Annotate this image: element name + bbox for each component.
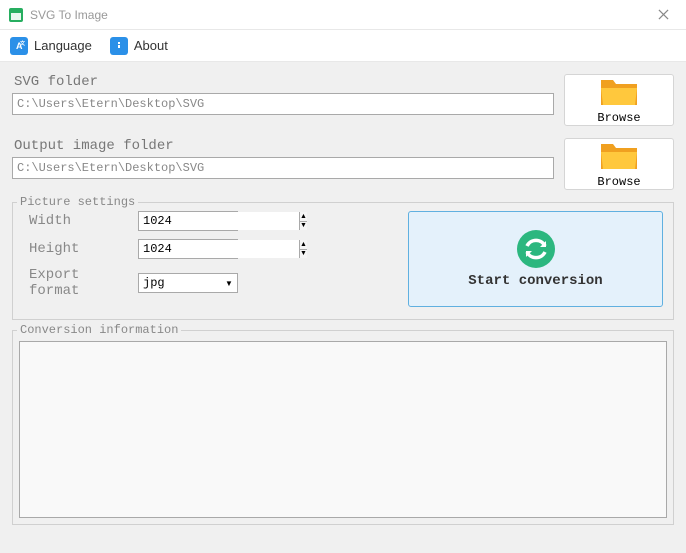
settings-fieldset: Picture settings Width ▲ ▼ Height xyxy=(12,202,674,320)
width-input[interactable]: ▲ ▼ xyxy=(138,211,238,231)
info-textarea[interactable] xyxy=(19,341,667,518)
app-icon xyxy=(8,7,24,23)
settings-legend: Picture settings xyxy=(17,195,138,209)
svg-folder-input[interactable] xyxy=(12,93,554,115)
output-folder-input[interactable] xyxy=(12,157,554,179)
language-icon: A 文 xyxy=(10,37,28,55)
menubar: A 文 Language About xyxy=(0,30,686,62)
height-field[interactable] xyxy=(139,240,299,258)
output-browse-label: Browse xyxy=(597,175,640,189)
menu-about-label: About xyxy=(134,38,168,53)
window-title: SVG To Image xyxy=(30,8,648,22)
output-browse-button[interactable]: Browse xyxy=(564,138,674,190)
width-up-icon[interactable]: ▲ xyxy=(300,212,307,222)
svg-folder-section: SVG folder Browse xyxy=(12,74,674,126)
output-folder-label: Output image folder xyxy=(12,138,554,154)
format-label: Export format xyxy=(23,267,138,299)
svg-browse-button[interactable]: Browse xyxy=(564,74,674,126)
start-conversion-button[interactable]: Start conversion xyxy=(408,211,663,307)
format-select[interactable]: jpg ▼ xyxy=(138,273,238,293)
convert-icon xyxy=(516,229,556,269)
content-area: SVG folder Browse Output image folder Br… xyxy=(0,62,686,553)
menu-language[interactable]: A 文 Language xyxy=(10,37,92,55)
menu-about[interactable]: About xyxy=(110,37,168,55)
info-fieldset: Conversion information xyxy=(12,330,674,525)
output-folder-section: Output image folder Browse xyxy=(12,138,674,190)
svg-text:文: 文 xyxy=(20,40,26,47)
format-value: jpg xyxy=(139,274,221,292)
height-input[interactable]: ▲ ▼ xyxy=(138,239,238,259)
folder-icon xyxy=(599,139,639,171)
start-button-label: Start conversion xyxy=(468,273,602,289)
menu-language-label: Language xyxy=(34,38,92,53)
width-label: Width xyxy=(23,213,138,229)
titlebar: SVG To Image xyxy=(0,0,686,30)
info-legend: Conversion information xyxy=(17,323,181,337)
svg-browse-label: Browse xyxy=(597,111,640,125)
about-icon xyxy=(110,37,128,55)
height-down-icon[interactable]: ▼ xyxy=(300,250,307,259)
chevron-down-icon[interactable]: ▼ xyxy=(221,274,237,292)
height-up-icon[interactable]: ▲ xyxy=(300,240,307,250)
folder-icon xyxy=(599,75,639,107)
close-icon[interactable] xyxy=(648,0,678,30)
width-down-icon[interactable]: ▼ xyxy=(300,222,307,231)
width-field[interactable] xyxy=(139,212,299,230)
height-label: Height xyxy=(23,241,138,257)
svg-folder-label: SVG folder xyxy=(12,74,554,90)
